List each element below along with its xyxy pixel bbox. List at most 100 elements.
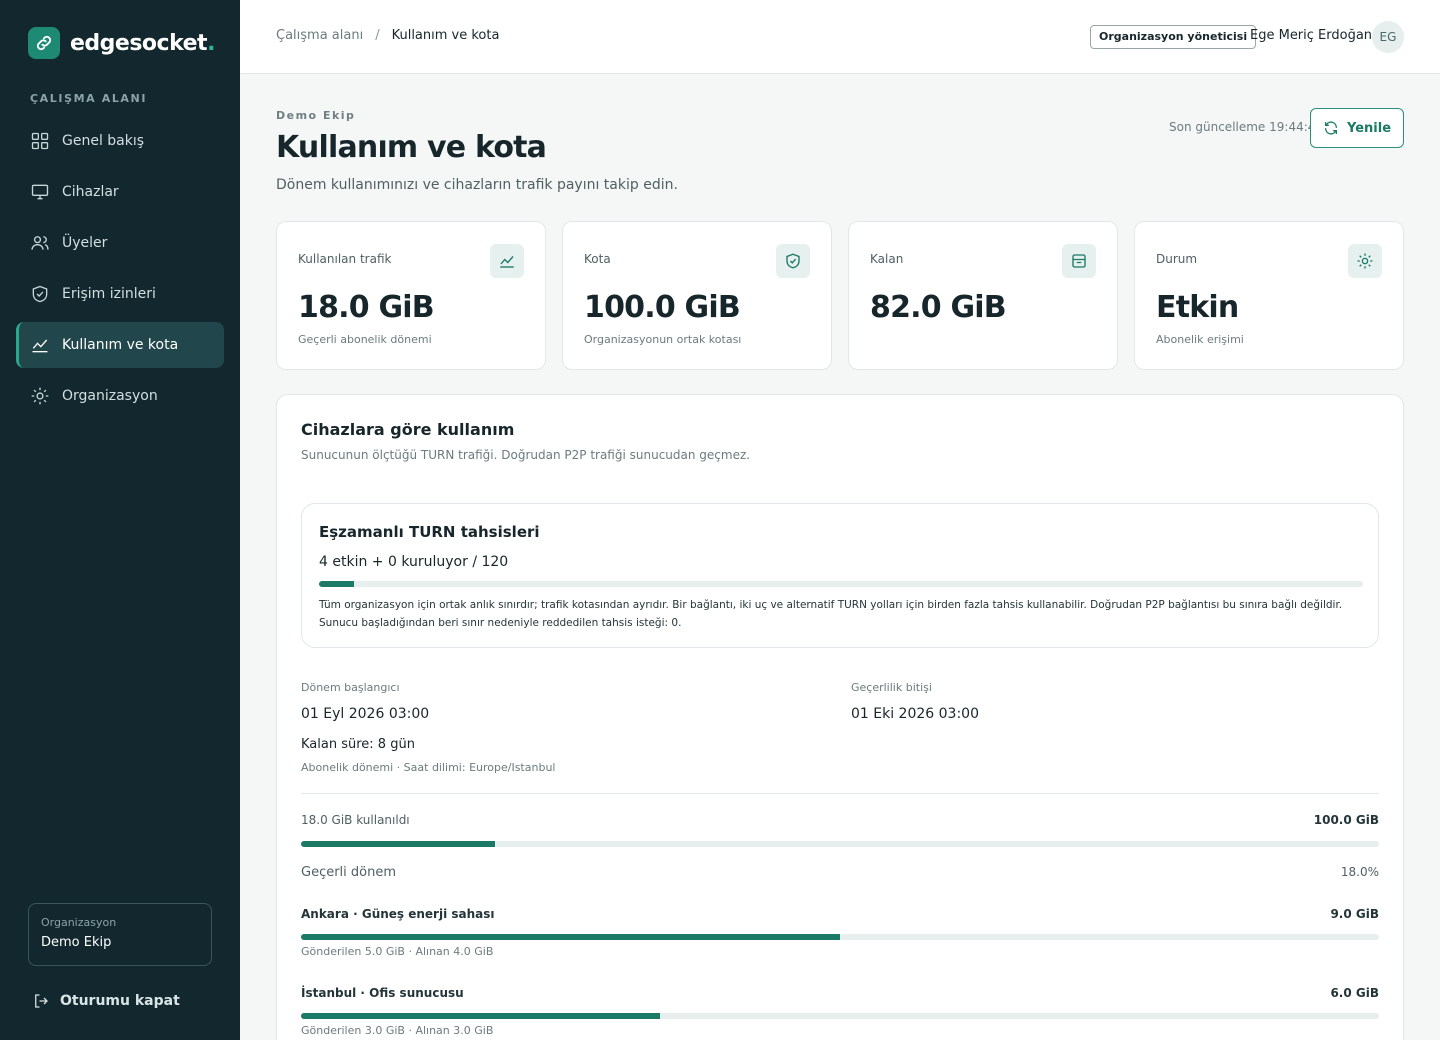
page-title: Kullanım ve kota xyxy=(276,130,547,165)
total-usage-fill xyxy=(301,841,496,847)
period-start-label: Dönem başlangıcı xyxy=(301,681,400,694)
sidebar-item-usage[interactable]: Kullanım ve kota xyxy=(16,322,224,368)
device-name: Ankara · Güneş enerji sahası xyxy=(301,907,495,921)
usage-panel: Cihazlara göre kullanım Sunucunun ölçtüğ… xyxy=(276,394,1404,1040)
timezone-note: Abonelik dönemi · Saat dilimi: Europe/Is… xyxy=(301,761,556,774)
breadcrumb-separator: / xyxy=(375,28,380,43)
device-total: 9.0 GiB xyxy=(1330,907,1379,921)
shield-check-icon xyxy=(776,244,810,278)
device-name: İstanbul · Ofis sunucusu xyxy=(301,986,464,1000)
stat-card-remaining: Kalan 82.0 GiB xyxy=(848,221,1118,370)
sidebar-item-access[interactable]: Erişim izinleri xyxy=(16,271,224,317)
turn-count: 4 etkin + 0 kuruluyor / 120 xyxy=(319,554,509,570)
device-usage-fill xyxy=(301,1013,660,1019)
remaining-time: Kalan süre: 8 gün xyxy=(301,737,415,752)
stat-label: Kullanılan trafik xyxy=(298,252,392,266)
breadcrumb: Çalışma alanı / Kullanım ve kota xyxy=(276,28,499,43)
device-total: 6.0 GiB xyxy=(1330,986,1379,1000)
sidebar-item-members[interactable]: Üyeler xyxy=(16,220,224,266)
period-end: Geçerlilik bitişi 01 Eki 2026 03:00 xyxy=(851,681,979,722)
turn-note-line: Sunucu başladığından beri sınır nedeniyl… xyxy=(319,617,682,629)
logo-name: edgesocket. xyxy=(70,30,215,56)
turn-progress-fill xyxy=(319,581,354,587)
current-period-label: Geçerli dönem xyxy=(301,865,397,880)
usage-title: Cihazlara göre kullanım xyxy=(301,420,515,439)
device-meta: Gönderilen 3.0 GiB · Alınan 3.0 GiB xyxy=(301,1024,494,1037)
divider xyxy=(301,793,1379,794)
device-meta: Gönderilen 5.0 GiB · Alınan 4.0 GiB xyxy=(301,945,494,958)
sidebar-item-label: Genel bakış xyxy=(62,133,145,149)
refresh-label: Yenile xyxy=(1346,120,1392,136)
period-end-label: Geçerlilik bitişi xyxy=(851,681,932,694)
sidebar-item-overview[interactable]: Genel bakış xyxy=(16,118,224,164)
stat-note: Abonelik erişimi xyxy=(1156,333,1244,346)
page-eyebrow: Demo Ekip xyxy=(276,109,356,122)
archive-icon xyxy=(1062,244,1096,278)
logout-button[interactable]: Oturumu kapat xyxy=(32,992,180,1010)
stat-value: 82.0 GiB xyxy=(870,290,1007,325)
total-usage-bar xyxy=(301,841,1379,847)
grid-icon xyxy=(31,132,49,150)
stat-card-quota: Kota 100.0 GiB Organizasyonun ortak kota… xyxy=(562,221,832,370)
period-start: Dönem başlangıcı 01 Eyl 2026 03:00 xyxy=(301,681,429,722)
stat-value: 100.0 GiB xyxy=(584,290,741,325)
sidebar-item-label: Organizasyon xyxy=(62,388,158,404)
stat-label: Durum xyxy=(1156,252,1198,266)
topbar: Çalışma alanı / Kullanım ve kota Organiz… xyxy=(240,0,1440,74)
sidebar: edgesocket. ÇALIŞMA ALANI Genel bakış Ci… xyxy=(0,0,240,1040)
link-icon xyxy=(28,27,60,59)
logo[interactable]: edgesocket. xyxy=(28,27,215,59)
period-start-value: 01 Eyl 2026 03:00 xyxy=(301,706,430,722)
monitor-icon xyxy=(31,184,49,200)
stat-label: Kota xyxy=(584,252,611,266)
avatar[interactable]: EG xyxy=(1372,21,1404,53)
turn-note: Tüm organizasyon için ortak anlık sınırd… xyxy=(319,596,1359,632)
turn-progress-bar xyxy=(319,581,1363,587)
org-name: Demo Ekip xyxy=(41,935,112,950)
usage-subtitle: Sunucunun ölçtüğü TURN trafiği. Doğrudan… xyxy=(301,448,751,462)
refresh-button[interactable]: Yenile xyxy=(1310,108,1404,148)
device-usage-bar xyxy=(301,1013,1379,1019)
sun-icon xyxy=(1348,244,1382,278)
sidebar-item-label: Cihazlar xyxy=(62,184,119,200)
shield-check-icon xyxy=(32,285,48,303)
stat-value: 18.0 GiB xyxy=(298,290,435,325)
turn-note-line: Tüm organizasyon için ortak anlık sınırd… xyxy=(319,599,1343,611)
role-badge: Organizasyon yöneticisi xyxy=(1090,25,1257,49)
logout-label: Oturumu kapat xyxy=(60,993,180,1009)
sidebar-item-devices[interactable]: Cihazlar xyxy=(16,169,224,215)
user-name[interactable]: Ege Meriç Erdoğan xyxy=(1250,28,1372,43)
refresh-icon xyxy=(1324,121,1337,135)
sidebar-section-title: ÇALIŞMA ALANI xyxy=(30,92,148,105)
sidebar-nav: Genel bakış Cihazlar Üyeler Erişim izinl… xyxy=(16,118,224,424)
device-usage-fill xyxy=(301,934,840,940)
usage-percent: 18.0% xyxy=(1340,865,1379,879)
turn-title: Eşzamanlı TURN tahsisleri xyxy=(319,523,540,541)
sun-gear-icon xyxy=(31,387,49,405)
chart-line-icon xyxy=(490,244,524,278)
sidebar-item-organization[interactable]: Organizasyon xyxy=(16,373,224,419)
sidebar-item-label: Erişim izinleri xyxy=(62,286,156,302)
page-subtitle: Dönem kullanımınızı ve cihazların trafik… xyxy=(276,177,678,193)
total-used-label: 18.0 GiB kullanıldı xyxy=(301,813,410,827)
period-end-value: 01 Eki 2026 03:00 xyxy=(851,706,979,722)
chart-line-icon xyxy=(32,339,48,353)
stat-value: Etkin xyxy=(1156,290,1239,325)
stat-card-used-traffic: Kullanılan trafik 18.0 GiB Geçerli abone… xyxy=(276,221,546,370)
breadcrumb-current: Kullanım ve kota xyxy=(391,28,500,43)
stat-card-status: Durum Etkin Abonelik erişimi xyxy=(1134,221,1404,370)
users-icon xyxy=(31,236,49,250)
stat-note: Geçerli abonelik dönemi xyxy=(298,333,432,346)
sidebar-item-label: Kullanım ve kota xyxy=(62,337,179,353)
turn-allocations-card: Eşzamanlı TURN tahsisleri 4 etkin + 0 ku… xyxy=(301,503,1379,648)
stat-label: Kalan xyxy=(870,252,904,266)
last-updated: Son güncelleme 19:44:40 xyxy=(1169,120,1324,134)
device-usage-bar xyxy=(301,934,1379,940)
org-label: Organizasyon xyxy=(41,916,117,929)
logout-icon xyxy=(35,994,48,1008)
total-quota-label: 100.0 GiB xyxy=(1313,813,1379,827)
breadcrumb-workspace[interactable]: Çalışma alanı xyxy=(276,28,363,43)
stat-note: Organizasyonun ortak kotası xyxy=(584,333,742,346)
sidebar-item-label: Üyeler xyxy=(62,235,108,251)
org-switcher[interactable]: Organizasyon Demo Ekip xyxy=(28,903,212,966)
